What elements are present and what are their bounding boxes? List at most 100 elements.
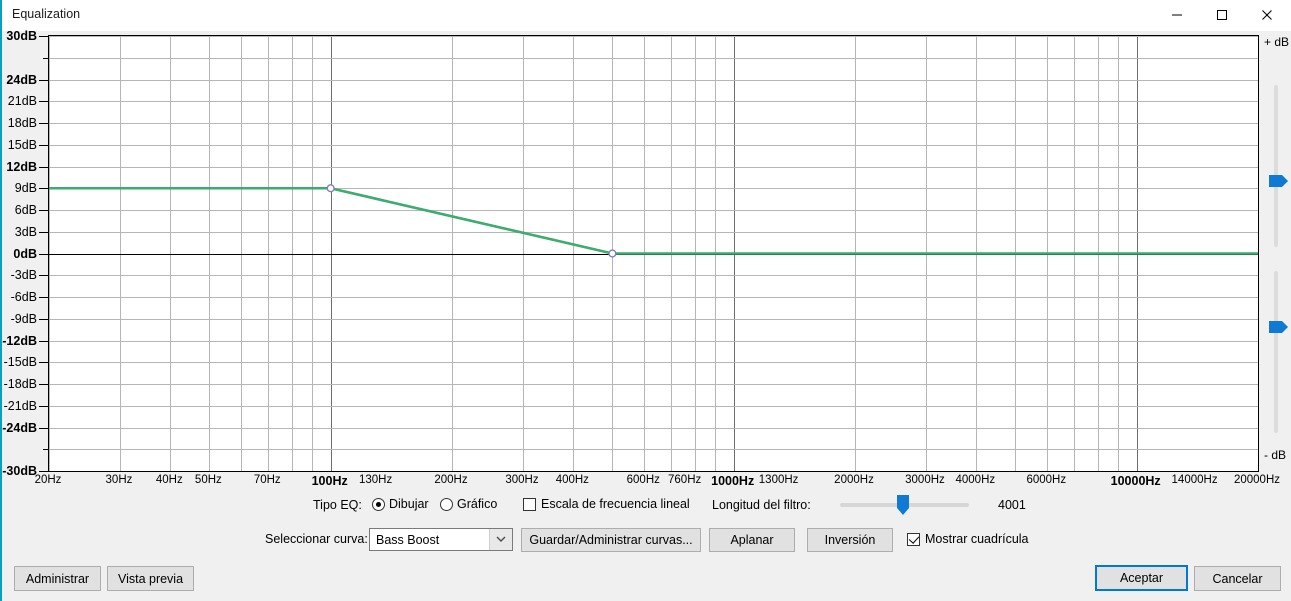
- y-axis-label: -30dB: [2, 464, 37, 478]
- slider-thumb-icon: [897, 495, 909, 515]
- y-axis-label: -12dB: [2, 333, 37, 348]
- x-axis-label: 1300Hz: [758, 474, 799, 486]
- y-axis-tick: [39, 362, 48, 363]
- db-min-slider-track[interactable]: [1274, 271, 1278, 433]
- chevron-down-icon[interactable]: [489, 529, 512, 550]
- radio-dibujar-dot: [372, 497, 385, 511]
- minimize-icon: [1171, 14, 1182, 16]
- radio-grafico-dot: [440, 497, 453, 511]
- x-axis-label: 600Hz: [626, 474, 660, 486]
- filter-length-value: 4001: [998, 498, 1026, 512]
- x-axis-label: 10000Hz: [1110, 474, 1161, 488]
- select-curve-label: Seleccionar curva:: [265, 532, 368, 546]
- curve-select-value: Bass Boost: [376, 532, 440, 547]
- db-range-sliders: + dB - dB: [1260, 31, 1291, 478]
- y-axis-label: -9dB: [10, 311, 37, 326]
- minimize-button[interactable]: [1154, 0, 1199, 30]
- y-axis-label: 15dB: [7, 137, 37, 152]
- y-axis-tick: [39, 384, 48, 385]
- y-axis-label: -6dB: [10, 290, 37, 304]
- db-max-slider-track[interactable]: [1274, 85, 1278, 247]
- x-axis-label: 40Hz: [155, 474, 183, 486]
- x-axis-label: 4000Hz: [955, 474, 996, 486]
- cancel-button[interactable]: Cancelar: [1194, 566, 1281, 591]
- y-axis-tick: [39, 101, 48, 102]
- checkbox-linear-frequency-scale[interactable]: Escala de frecuencia lineal: [523, 497, 690, 511]
- close-icon: [1261, 10, 1272, 20]
- maximize-button[interactable]: [1199, 0, 1244, 30]
- chevron-down-glyph: [496, 536, 506, 542]
- x-axis-label: 400Hz: [555, 474, 589, 486]
- preview-button[interactable]: Vista previa: [107, 566, 194, 591]
- checkbox-show-grid[interactable]: Mostrar cuadrícula: [907, 532, 1029, 546]
- manage-button[interactable]: Administrar: [14, 566, 101, 591]
- y-axis-tick: [39, 275, 48, 276]
- x-axis-label: 50Hz: [194, 474, 222, 486]
- y-axis-tick: [39, 167, 48, 168]
- x-axis-label: 3000Hz: [905, 474, 945, 486]
- ok-button[interactable]: Aceptar: [1095, 565, 1188, 591]
- db-minus-label: - dB: [1264, 448, 1287, 462]
- x-axis-label: 6000Hz: [1026, 474, 1067, 486]
- slider-thumb-icon: [1269, 175, 1288, 187]
- y-axis-label: 21dB: [7, 94, 37, 109]
- equalization-dialog: Equalization 30dB 24dB 21dB 18dB 15dB 12dB 9dB…: [0, 0, 1291, 601]
- y-axis-tick: [39, 341, 48, 342]
- y-axis-label: 12dB: [6, 159, 37, 174]
- y-axis-tick: [39, 471, 48, 472]
- eq-type-label: Tipo EQ:: [313, 498, 362, 512]
- x-axis-label: 2000Hz: [834, 474, 874, 486]
- filter-length-label: Longitud del filtro:: [712, 498, 811, 512]
- radio-grafico[interactable]: Gráfico: [440, 497, 497, 511]
- x-axis-label: 100Hz: [311, 474, 348, 488]
- equalization-graph: 30dB 24dB 21dB 18dB 15dB 12dB 9dB 6dB 3dB 0dB -3dB…: [2, 29, 1291, 488]
- curve-select-dropdown[interactable]: Bass Boost: [369, 528, 513, 551]
- radio-dibujar-label: Dibujar: [389, 497, 429, 511]
- y-axis-label: -15dB: [3, 355, 37, 370]
- y-axis-label: 24dB: [6, 72, 37, 87]
- radio-dibujar[interactable]: Dibujar: [372, 497, 429, 511]
- y-axis-label: -3dB: [10, 268, 37, 283]
- y-axis-tick: [39, 254, 48, 255]
- y-axis-label: 9dB: [14, 181, 37, 196]
- y-axis-tick: [39, 145, 48, 146]
- x-axis-label: 130Hz: [358, 474, 393, 486]
- y-axis-tick: [39, 406, 48, 407]
- eq-plot-svg: [49, 36, 1258, 471]
- flatten-button[interactable]: Aplanar: [709, 528, 795, 552]
- x-axis-label: 30Hz: [105, 474, 133, 486]
- y-axis-label: 30dB: [6, 29, 37, 43]
- y-axis-tick: [39, 210, 48, 211]
- y-axis: 30dB 24dB 21dB 18dB 15dB 12dB 9dB 6dB 3dB 0dB -3dB…: [2, 29, 48, 478]
- db-plus-label: + dB: [1264, 35, 1290, 49]
- x-axis-label: 70Hz: [253, 474, 281, 486]
- y-axis-label: -24dB: [2, 420, 37, 435]
- x-axis-label: 200Hz: [434, 474, 468, 486]
- y-axis-label: 6dB: [14, 203, 37, 217]
- eq-curve-plot[interactable]: [48, 35, 1259, 472]
- x-axis-label: 760Hz: [668, 474, 702, 486]
- save-manage-curves-button[interactable]: Guardar/Administrar curvas...: [521, 528, 701, 552]
- checkbox-linear-frequency-scale-label: Escala de frecuencia lineal: [541, 497, 690, 511]
- checkbox-show-grid-box: [907, 532, 920, 546]
- y-axis-tick: [39, 80, 48, 81]
- y-axis-tick: [39, 123, 48, 124]
- x-axis-label: 20Hz: [34, 474, 62, 486]
- y-axis-tick: [39, 232, 48, 233]
- filter-length-slider-thumb[interactable]: [896, 494, 910, 516]
- db-max-slider-thumb[interactable]: [1269, 174, 1289, 188]
- y-axis-label: 0dB: [13, 246, 37, 261]
- invert-button[interactable]: Inversión: [807, 528, 893, 552]
- y-axis-tick: [39, 36, 48, 37]
- close-button[interactable]: [1244, 0, 1289, 30]
- y-axis-label: 18dB: [7, 116, 37, 130]
- radio-grafico-label: Gráfico: [457, 497, 498, 511]
- slider-thumb-icon: [1269, 321, 1288, 333]
- maximize-icon: [1216, 10, 1227, 20]
- y-axis-label: -18dB: [3, 377, 37, 391]
- y-axis-tick: [39, 428, 48, 429]
- db-min-slider-thumb[interactable]: [1269, 320, 1289, 334]
- y-axis-tick: [39, 319, 48, 320]
- y-axis-tick: [39, 188, 48, 189]
- x-axis-label: 14000Hz: [1171, 474, 1218, 486]
